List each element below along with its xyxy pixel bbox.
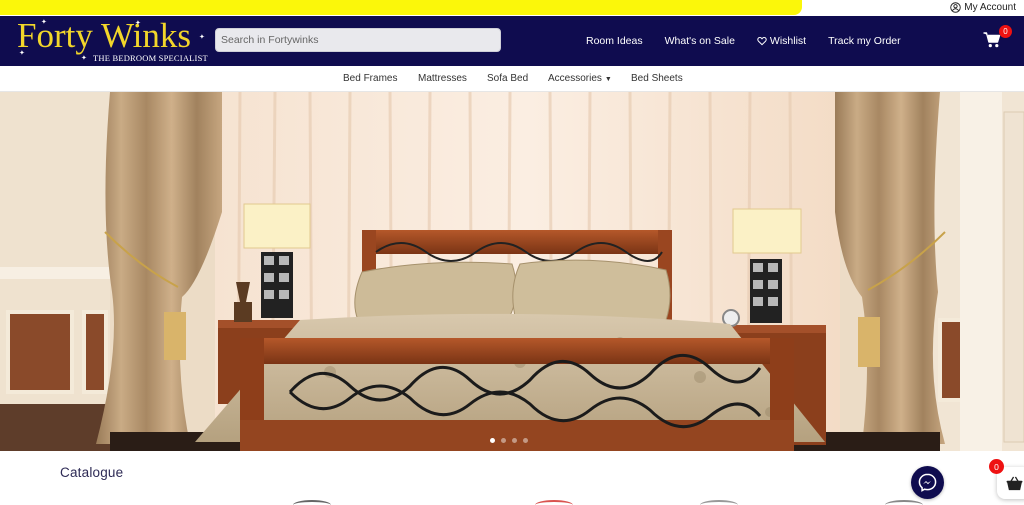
- header-cart-button[interactable]: 0: [983, 25, 1012, 50]
- sparkle-icon: ✦: [199, 34, 205, 41]
- site-header: Forty Winks THE BEDROOM SPECIALIST ✦ ✦ ✦…: [0, 16, 1024, 66]
- nav-whats-on-sale[interactable]: What's on Sale: [665, 35, 735, 47]
- fortywinks-logo[interactable]: Forty Winks THE BEDROOM SPECIALIST ✦ ✦ ✦…: [17, 16, 208, 65]
- cart-count-badge: 0: [999, 25, 1012, 38]
- top-utility-bar: My Account: [0, 0, 1024, 16]
- search-input[interactable]: [215, 28, 501, 52]
- nav-track-my-order[interactable]: Track my Order: [828, 35, 901, 47]
- catalogue-thumb[interactable]: [293, 500, 331, 505]
- slider-dots: [490, 438, 528, 443]
- promo-banner[interactable]: [0, 0, 802, 15]
- logo-tagline: THE BEDROOM SPECIALIST: [93, 53, 208, 63]
- category-mattresses[interactable]: Mattresses: [418, 73, 467, 84]
- nav-room-ideas[interactable]: Room Ideas: [586, 35, 643, 47]
- sparkle-icon: ✦: [19, 50, 25, 57]
- catalogue-thumb[interactable]: [535, 500, 573, 505]
- hero-banner[interactable]: [0, 92, 1024, 451]
- my-account-label: My Account: [964, 2, 1016, 13]
- hero-bedroom-image: [0, 92, 1024, 451]
- slider-dot[interactable]: [512, 438, 517, 443]
- catalogue-thumb[interactable]: [885, 500, 923, 505]
- messenger-icon: [918, 473, 937, 492]
- main-nav: Room Ideas What's on Sale Wishlist Track…: [586, 16, 901, 66]
- caret-down-icon: ▼: [604, 76, 612, 83]
- category-accessories[interactable]: Accessories ▼: [548, 73, 612, 84]
- category-sofa-bed[interactable]: Sofa Bed: [487, 73, 528, 84]
- category-bed-sheets[interactable]: Bed Sheets: [631, 73, 683, 84]
- messenger-chat-button[interactable]: [911, 466, 944, 499]
- my-account-link[interactable]: My Account: [950, 0, 1016, 15]
- sparkle-icon: ✦: [41, 19, 47, 26]
- slider-dot[interactable]: [490, 438, 495, 443]
- floating-cart-count-badge: 0: [989, 459, 1004, 474]
- category-bar: Bed Frames Mattresses Sofa Bed Accessori…: [0, 66, 1024, 92]
- sparkle-icon: ✦: [81, 55, 87, 62]
- user-circle-icon: [950, 2, 962, 13]
- shopping-basket-icon: [1006, 476, 1022, 490]
- nav-wishlist[interactable]: Wishlist: [757, 35, 806, 47]
- catalogue-heading: Catalogue: [60, 465, 124, 480]
- catalogue-thumb[interactable]: [700, 500, 738, 505]
- sparkle-icon: ✦: [135, 20, 141, 27]
- shopping-cart-icon: [983, 32, 1001, 48]
- slider-dot[interactable]: [501, 438, 506, 443]
- heart-icon: [757, 36, 767, 46]
- category-bed-frames[interactable]: Bed Frames: [343, 73, 397, 84]
- slider-dot[interactable]: [523, 438, 528, 443]
